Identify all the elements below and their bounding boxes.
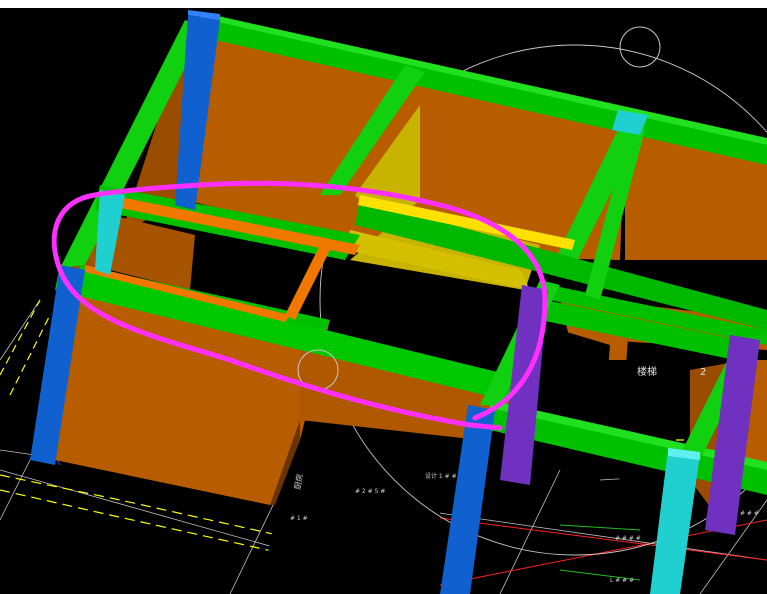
note-label-4: # # # xyxy=(740,510,759,517)
note-label-3: # # # # xyxy=(615,535,641,542)
model-3d-viewport[interactable]: 楼梯 2 厨房 # 2 # 5 # 设计 1 # # # # # # # # #… xyxy=(0,0,767,594)
grid-bubble-top xyxy=(619,26,661,68)
stair-label: 楼梯 xyxy=(637,365,657,378)
top-edge xyxy=(0,0,767,8)
note-label-1: # 2 # 5 # xyxy=(355,488,385,495)
note-label-2: 设计 1 # # xyxy=(425,472,457,480)
model-canvas[interactable]: 楼梯 2 厨房 # 2 # 5 # 设计 1 # # # # # # # # #… xyxy=(0,0,767,594)
note-label-6: # 1 # xyxy=(290,515,308,522)
note-label-5: L # # # xyxy=(610,577,634,584)
stair-number: 2 xyxy=(700,367,706,378)
